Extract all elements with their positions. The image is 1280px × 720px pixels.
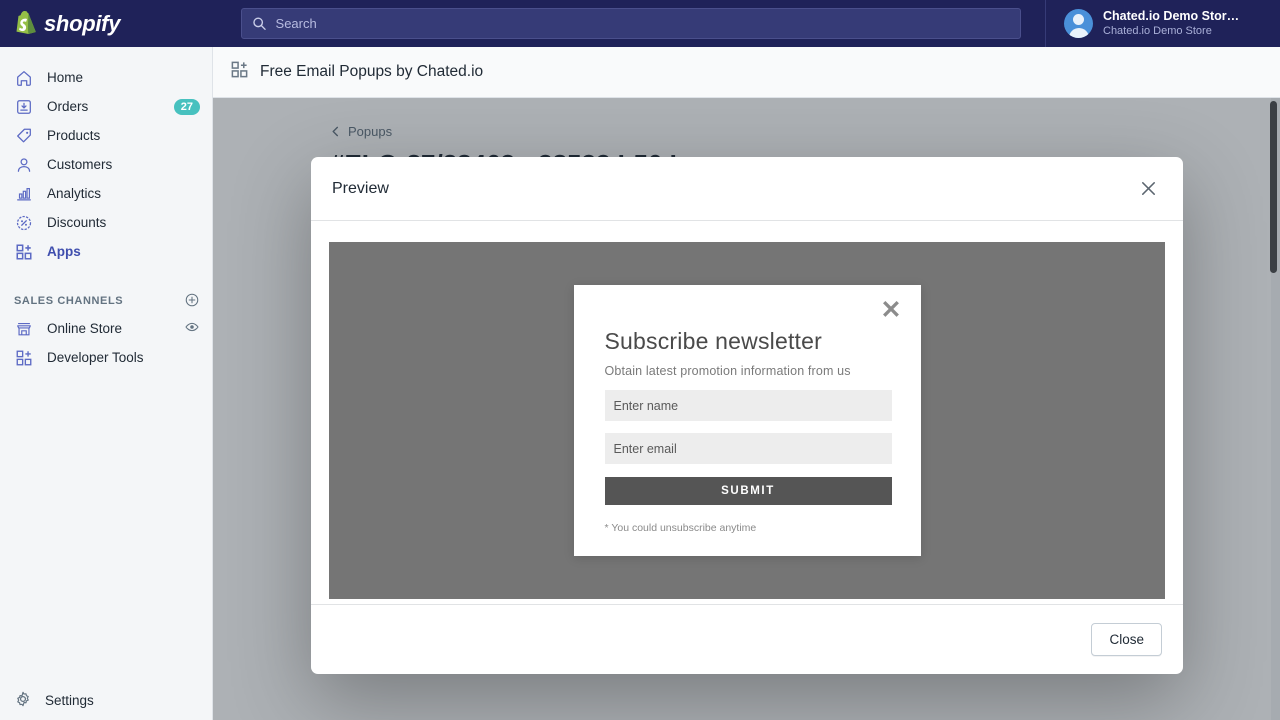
apps-icon xyxy=(14,348,34,368)
preview-modal: Preview ✕ Subscribe newsletter Obtain la… xyxy=(311,157,1183,674)
shopify-bag-icon xyxy=(16,11,36,34)
settings-label: Settings xyxy=(45,692,94,708)
newsletter-popup: ✕ Subscribe newsletter Obtain latest pro… xyxy=(573,285,921,556)
sidebar-item-label: Orders xyxy=(47,99,89,114)
modal-body: ✕ Subscribe newsletter Obtain latest pro… xyxy=(311,221,1183,604)
sidebar-item-customers[interactable]: Customers xyxy=(0,150,212,179)
shopify-logo[interactable]: shopify xyxy=(0,0,213,47)
sidebar-item-analytics[interactable]: Analytics xyxy=(0,179,212,208)
apps-icon xyxy=(230,60,249,84)
modal-header: Preview xyxy=(311,157,1183,221)
discount-icon xyxy=(14,213,34,233)
account-store: Chated.io Demo Store xyxy=(1103,25,1212,37)
modal-footer: Close xyxy=(311,604,1183,674)
sidebar-item-apps[interactable]: Apps xyxy=(0,237,212,266)
email-input[interactable] xyxy=(604,433,892,464)
newsletter-subheading: Obtain latest promotion information from… xyxy=(604,364,851,378)
app-title: Free Email Popups by Chated.io xyxy=(260,63,484,80)
app-header: Free Email Popups by Chated.io xyxy=(213,47,1280,98)
sidebar-item-label: Developer Tools xyxy=(47,350,144,365)
gear-icon xyxy=(14,690,32,711)
sidebar: Home Orders 27 Products Customers Analyt… xyxy=(0,47,213,720)
search-area xyxy=(241,8,1021,39)
sidebar-item-discounts[interactable]: Discounts xyxy=(0,208,212,237)
close-icon[interactable]: ✕ xyxy=(881,298,902,323)
eye-icon[interactable] xyxy=(184,319,200,338)
sidebar-item-label: Analytics xyxy=(47,186,102,201)
sales-channels-header: SALES CHANNELS xyxy=(0,288,212,314)
sidebar-item-online-store[interactable]: Online Store xyxy=(0,314,212,343)
store-icon xyxy=(14,319,34,339)
apps-icon xyxy=(14,242,34,262)
search-icon xyxy=(253,17,266,31)
account-text: Chated.io Demo Stor… Chated.io Demo Stor… xyxy=(1103,9,1239,38)
sidebar-item-label: Customers xyxy=(47,157,113,172)
sidebar-item-label: Products xyxy=(47,128,101,143)
account-menu[interactable]: Chated.io Demo Stor… Chated.io Demo Stor… xyxy=(1045,0,1280,47)
sidebar-item-label: Apps xyxy=(47,244,81,259)
scrollbar-thumb[interactable] xyxy=(1270,101,1277,273)
sidebar-item-settings[interactable]: Settings xyxy=(0,680,213,720)
sidebar-item-products[interactable]: Products xyxy=(0,121,212,150)
orders-badge: 27 xyxy=(173,98,200,115)
submit-button[interactable]: SUBMIT xyxy=(604,477,892,505)
brand-name: shopify xyxy=(44,10,121,36)
newsletter-heading: Subscribe newsletter xyxy=(604,328,822,354)
close-button[interactable]: Close xyxy=(1091,623,1162,656)
preview-canvas: ✕ Subscribe newsletter Obtain latest pro… xyxy=(329,242,1165,599)
bar-chart-icon xyxy=(14,184,34,204)
plus-circle-icon[interactable] xyxy=(184,292,200,311)
sales-channels-title: SALES CHANNELS xyxy=(14,295,124,307)
avatar xyxy=(1064,9,1093,38)
sidebar-item-developer-tools[interactable]: Developer Tools xyxy=(0,343,212,372)
sidebar-nav: Home Orders 27 Products Customers Analyt… xyxy=(0,47,212,372)
modal-title: Preview xyxy=(332,179,389,197)
sidebar-item-label: Discounts xyxy=(47,215,107,230)
sidebar-item-label: Online Store xyxy=(47,321,123,336)
page-scrollbar[interactable] xyxy=(1267,98,1280,720)
orders-icon xyxy=(14,97,34,117)
unsubscribe-note: * You could unsubscribe anytime xyxy=(604,522,757,534)
home-icon xyxy=(14,68,34,88)
name-input[interactable] xyxy=(604,390,892,421)
sidebar-item-label: Home xyxy=(47,70,84,85)
search-input[interactable] xyxy=(275,16,1010,31)
sidebar-item-home[interactable]: Home xyxy=(0,63,212,92)
account-name: Chated.io Demo Stor… xyxy=(1103,9,1240,23)
top-bar: shopify Chated.io Demo Stor… Chated.io D… xyxy=(0,0,1280,47)
person-icon xyxy=(14,155,34,175)
sidebar-item-orders[interactable]: Orders 27 xyxy=(0,92,212,121)
close-icon[interactable] xyxy=(1135,176,1161,202)
search-box[interactable] xyxy=(241,8,1021,39)
tag-icon xyxy=(14,126,34,146)
